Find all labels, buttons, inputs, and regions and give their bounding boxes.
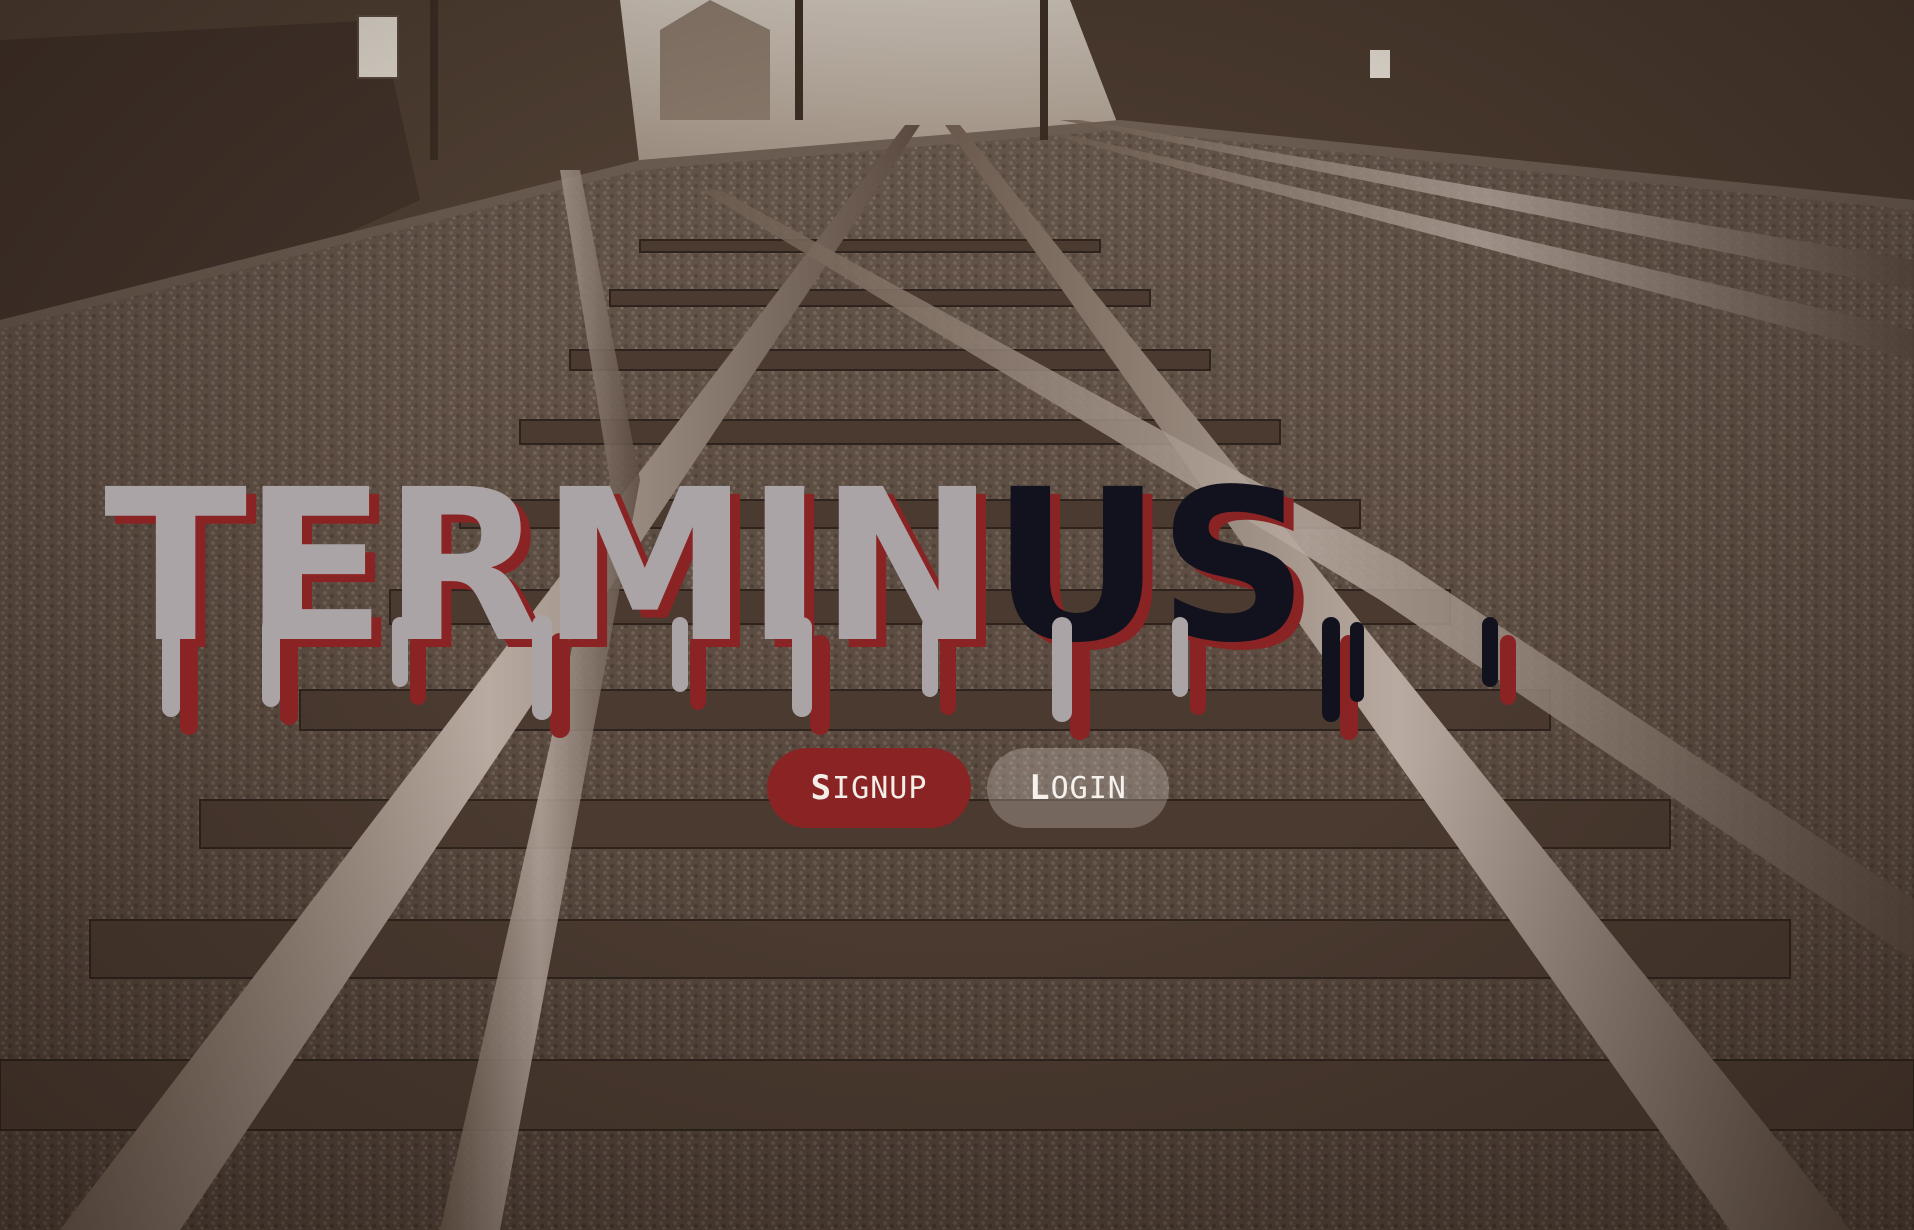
app-title: .t { font-family: "DejaVu Sans", "Libera… bbox=[104, 447, 1830, 745]
login-label-rest: OGIN bbox=[1050, 770, 1127, 806]
login-label-first: L bbox=[1029, 768, 1051, 808]
signup-button[interactable]: S IGNUP bbox=[767, 748, 971, 828]
signup-label-rest: IGNUP bbox=[832, 770, 928, 806]
login-button[interactable]: L OGIN bbox=[987, 748, 1169, 828]
svg-text:TERMINUS: TERMINUS bbox=[104, 447, 1305, 689]
title-letters: .t2 { font-family: "DejaVu Sans", "Liber… bbox=[104, 447, 1498, 722]
title-dark-part: US bbox=[991, 447, 1305, 689]
signup-label-first: S bbox=[810, 768, 833, 808]
auth-actions: S IGNUP L OGIN bbox=[767, 748, 1169, 828]
landing-page: .t { font-family: "DejaVu Sans", "Libera… bbox=[0, 0, 1914, 1230]
